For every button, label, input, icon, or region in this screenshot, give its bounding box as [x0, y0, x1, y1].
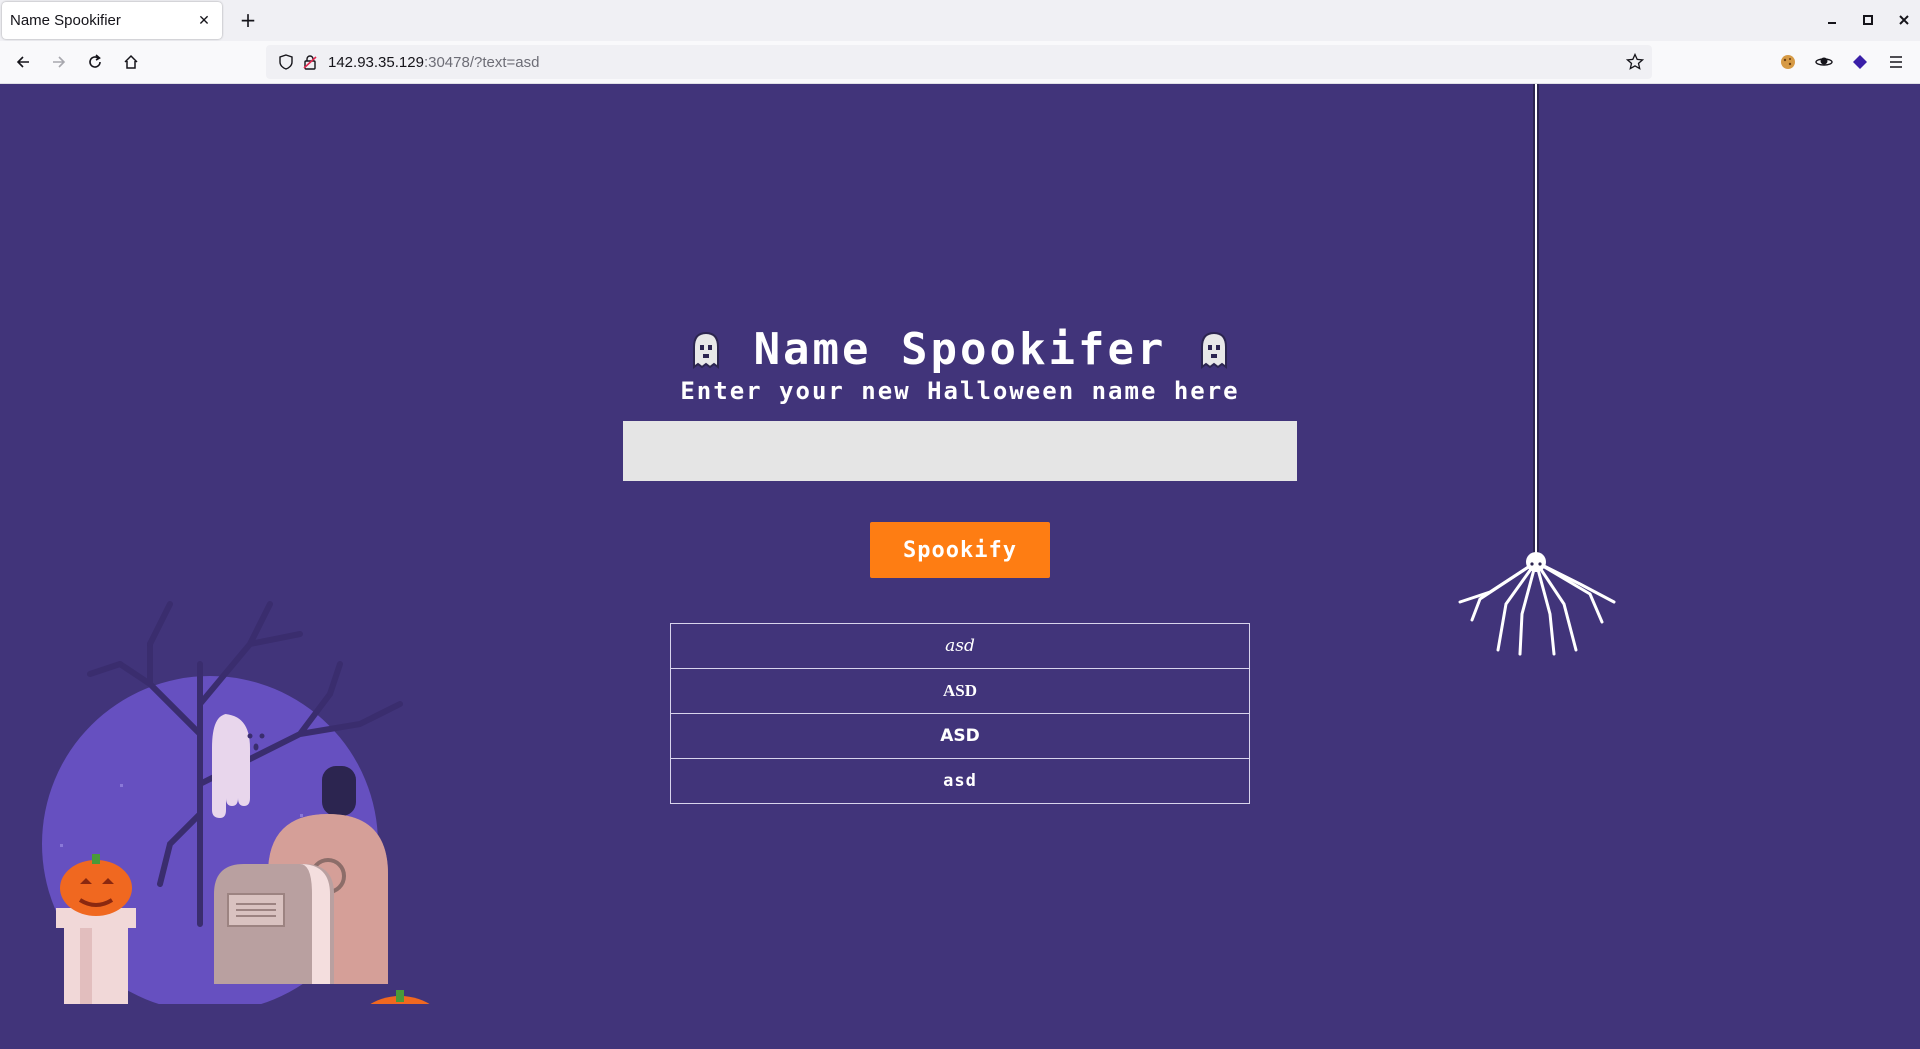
- table-row: asd: [670, 623, 1250, 669]
- headline: Name Spookifer: [0, 324, 1920, 375]
- back-icon[interactable]: [10, 49, 36, 75]
- table-row: ASD: [670, 668, 1250, 714]
- close-window-icon[interactable]: [1892, 10, 1916, 30]
- ghost-icon: [692, 331, 719, 369]
- insecure-lock-icon[interactable]: [302, 54, 318, 74]
- cookie-extension-icon[interactable]: [1777, 51, 1799, 73]
- page-content: Name Spookifer Enter your new Halloween …: [0, 84, 1920, 1049]
- browser-tab[interactable]: Name Spookifier ✕: [2, 2, 222, 39]
- reload-icon[interactable]: [82, 49, 108, 75]
- url-path: :30478/?text=asd: [423, 53, 540, 71]
- url-text[interactable]: 142.93.35.129:30478/?text=asd: [328, 54, 539, 71]
- tab-title: Name Spookifier: [10, 12, 121, 29]
- minimize-icon[interactable]: [1820, 10, 1844, 30]
- url-bar[interactable]: 142.93.35.129:30478/?text=asd: [266, 45, 1652, 79]
- wappalyzer-extension-icon[interactable]: [1813, 51, 1835, 73]
- result-font-4: asd: [670, 758, 1250, 804]
- result-font-1: asd: [670, 623, 1250, 669]
- name-input[interactable]: [623, 421, 1297, 481]
- menu-icon[interactable]: [1885, 51, 1907, 73]
- table-row: asd: [670, 758, 1250, 804]
- table-row: ASD: [670, 713, 1250, 759]
- url-host: 142.93.35.129: [328, 53, 424, 71]
- new-tab-icon[interactable]: +: [236, 8, 260, 32]
- bookmark-star-icon[interactable]: [1625, 52, 1645, 75]
- ghost-icon: [1201, 331, 1228, 369]
- tracking-shield-icon[interactable]: [278, 54, 294, 74]
- page-subtitle: Enter your new Halloween name here: [680, 377, 1240, 405]
- navigation-bar: 142.93.35.129:30478/?text=asd: [0, 41, 1920, 84]
- proxy-extension-icon[interactable]: [1849, 51, 1871, 73]
- spookify-button[interactable]: Spookify: [870, 522, 1050, 578]
- tab-bar: Name Spookifier ✕ +: [0, 0, 1920, 41]
- maximize-icon[interactable]: [1856, 10, 1880, 30]
- home-icon[interactable]: [118, 49, 144, 75]
- graveyard-illustration: [42, 601, 430, 1004]
- results-table: asd ASD ASD asd: [670, 623, 1250, 804]
- result-font-3: ASD: [670, 713, 1250, 759]
- page-title: Name Spookifer: [753, 324, 1167, 375]
- result-font-2: ASD: [670, 668, 1250, 714]
- close-tab-icon[interactable]: ✕: [194, 11, 214, 31]
- forward-icon[interactable]: [46, 49, 72, 75]
